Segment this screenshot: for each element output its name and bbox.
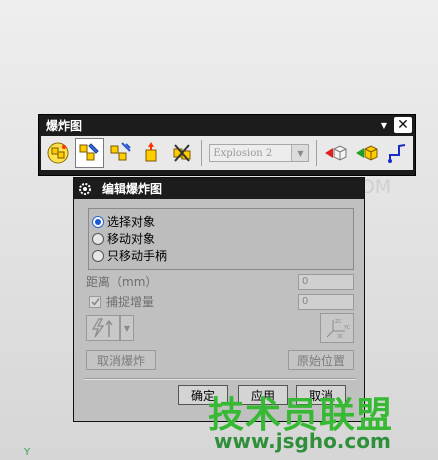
dialog-title: 编辑爆炸图	[102, 182, 163, 196]
toolbar-close-button[interactable]: ✕	[394, 117, 412, 133]
watermark-url: www.jsgho.com	[214, 429, 391, 453]
hide-components-button[interactable]	[320, 138, 349, 168]
auto-explode-icon	[110, 142, 131, 161]
dialog-titlebar[interactable]: 编辑爆炸图	[74, 178, 364, 199]
cancel-explode-button[interactable]: 取消爆炸	[86, 350, 156, 370]
mode-radio-group: 选择对象 移动对象 只移动手柄	[88, 208, 354, 270]
viewport-axis-y-label: Y	[24, 447, 31, 458]
radio-select-objects[interactable]: 选择对象	[92, 213, 353, 230]
unexplode-component-icon	[145, 142, 157, 162]
edit-explosion-icon	[79, 143, 100, 161]
edit-explosion-button[interactable]	[74, 138, 104, 168]
delete-explosion-button[interactable]	[168, 138, 197, 168]
snap-increment-input[interactable]: 0	[298, 293, 354, 310]
toolbar-separator	[316, 140, 318, 166]
radio-move-handles-only[interactable]: 只移动手柄	[92, 247, 353, 264]
new-explosion-icon	[47, 142, 69, 164]
distance-label: 距离（mm）	[86, 275, 158, 289]
snap-checkbox[interactable]	[89, 295, 101, 308]
radio-label: 移动对象	[107, 232, 156, 246]
show-components-icon	[355, 145, 378, 161]
show-components-button[interactable]	[351, 138, 380, 168]
csys-button[interactable]: ZC YC XC	[320, 313, 354, 343]
tracelines-button[interactable]	[382, 138, 411, 168]
radio-label: 选择对象	[107, 215, 156, 229]
radio-move-objects[interactable]: 移动对象	[92, 230, 353, 247]
coordinate-system-icon: ZC YC XC	[326, 319, 351, 340]
explosion-select-value: Explosion 2	[213, 147, 273, 159]
delete-explosion-icon	[173, 144, 191, 162]
axis-xc-label: XC	[337, 334, 344, 340]
distance-input[interactable]: 0	[298, 273, 354, 290]
chevron-down-icon[interactable]: ▼	[291, 145, 309, 161]
chevron-down-icon: ▼	[123, 323, 131, 333]
radio-label: 只移动手柄	[107, 249, 168, 263]
explosion-toolbar: 爆炸图 ▼ ✕ Explosion 2 ▼	[38, 114, 416, 176]
toolbar-separator	[201, 140, 203, 166]
distance-row: 距离（mm） 0	[86, 273, 354, 290]
unexplode-component-button[interactable]	[137, 138, 166, 168]
direction-dropdown[interactable]: ▼	[120, 315, 134, 341]
specify-direction-button[interactable]	[86, 315, 120, 341]
lightning-direction-icon	[91, 318, 113, 338]
snap-row: 捕捉增量 0	[86, 293, 354, 310]
dialog-divider	[84, 378, 356, 380]
checkmark-icon	[90, 298, 100, 306]
explosion-select[interactable]: Explosion 2 ▼	[209, 144, 310, 162]
original-position-button[interactable]: 原始位置	[288, 350, 354, 370]
hide-components-icon	[324, 145, 347, 161]
snap-label: 捕捉增量	[106, 295, 155, 309]
gear-icon[interactable]	[78, 182, 92, 196]
axis-yc-label: YC	[343, 325, 351, 331]
radio-button[interactable]	[92, 232, 104, 245]
radio-button-selected[interactable]	[92, 215, 104, 228]
toolbar-title: 爆炸图	[46, 118, 83, 133]
toolbar-titlebar[interactable]: 爆炸图 ▼ ✕	[39, 115, 415, 135]
new-explosion-button[interactable]	[44, 138, 73, 168]
radio-button[interactable]	[92, 249, 104, 262]
auto-explode-button[interactable]	[106, 138, 135, 168]
toolbar-body: Explosion 2 ▼	[41, 136, 413, 170]
toolbar-menu-arrow-icon[interactable]: ▼	[381, 121, 387, 130]
trace-line-icon	[387, 144, 405, 163]
axis-zc-label: ZC	[335, 319, 342, 325]
